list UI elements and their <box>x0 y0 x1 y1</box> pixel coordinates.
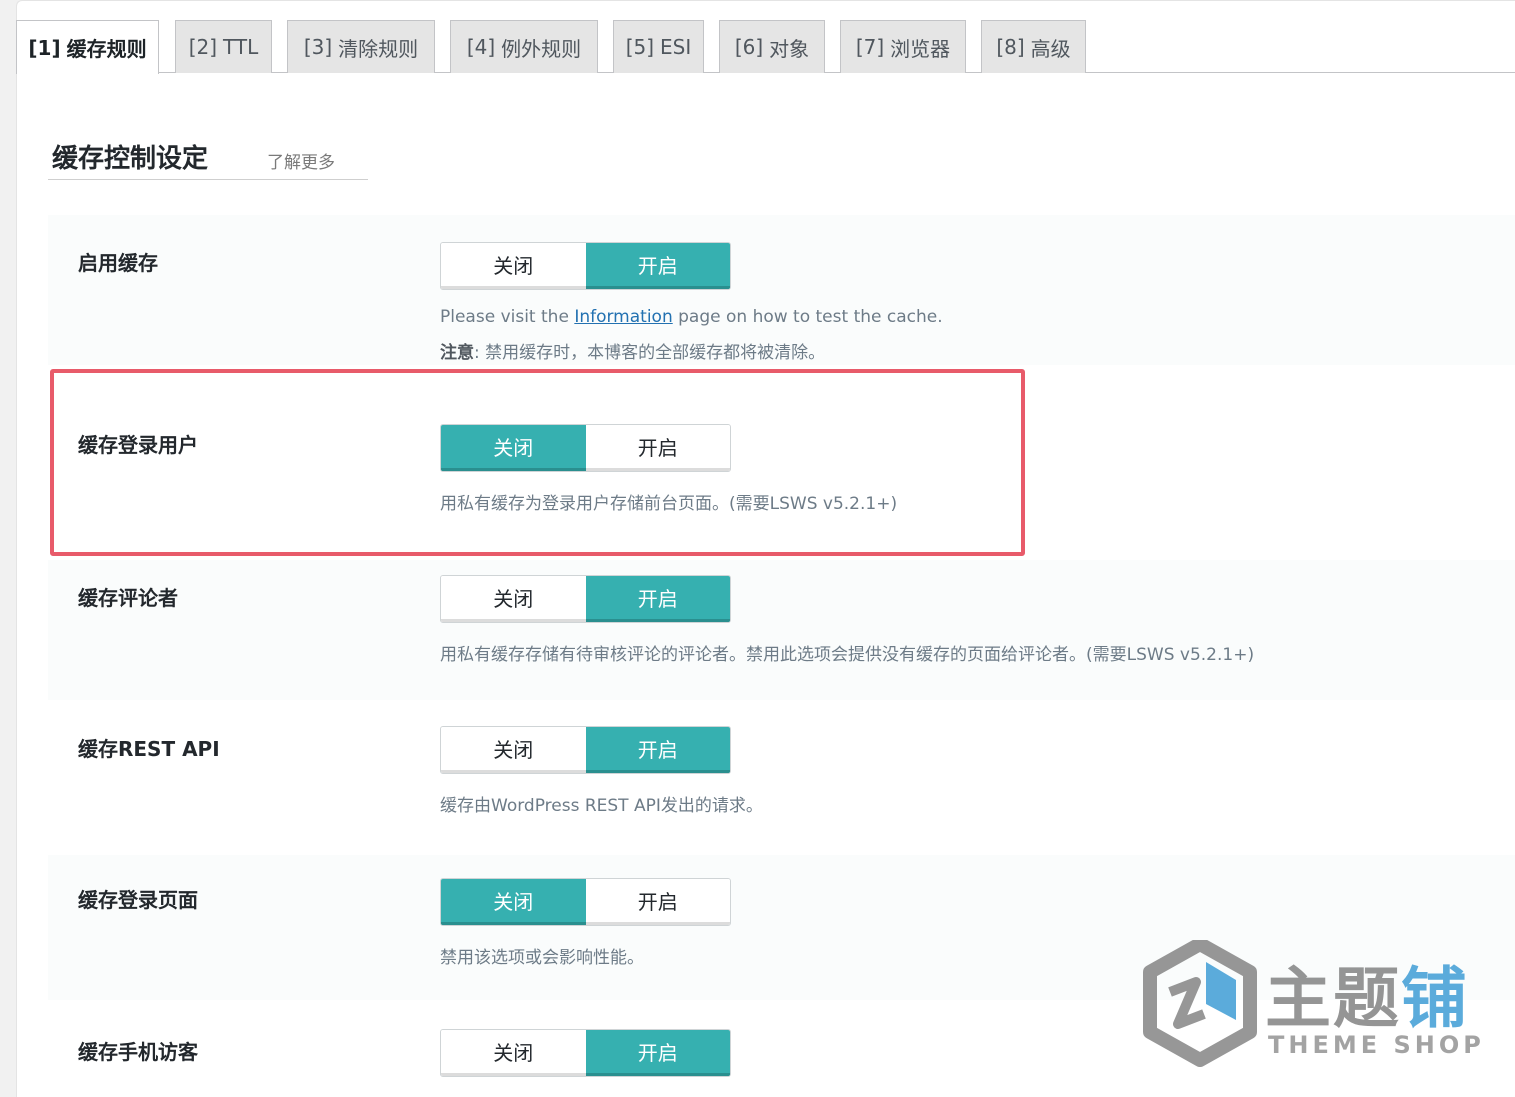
theme-shop-logo-icon <box>1143 940 1257 1067</box>
tab-browser[interactable]: [7] 浏览器 <box>840 20 966 73</box>
setting-note: 注意: 禁用缓存时，本博客的全部缓存都将被清除。 <box>440 338 825 363</box>
tab-label: 浏览器 <box>890 36 951 61</box>
tab-index: [8] <box>996 35 1025 59</box>
watermark-cn-gray: 主题 <box>1265 960 1401 1037</box>
watermark: 主题铺 THEME SHOP <box>1140 935 1500 1075</box>
setting-description: 缓存由WordPress REST API发出的请求。 <box>440 796 763 816</box>
setting-row-enable-cache: 启用缓存 关闭 开启 Please visit the Information … <box>48 215 1515 365</box>
tab-index: [1] <box>28 35 61 60</box>
section-title: 缓存控制设定 <box>52 144 209 174</box>
setting-label: 缓存手机访客 <box>78 1040 198 1064</box>
cache-commenters-toggle[interactable]: 关闭 开启 <box>440 575 731 623</box>
highlight-box <box>50 369 1025 556</box>
tab-label: TTL <box>223 35 259 59</box>
tab-index: [2] <box>188 35 218 59</box>
tab-index: [4] <box>466 35 496 59</box>
cache-login-page-toggle[interactable]: 关闭 开启 <box>440 878 731 926</box>
setting-description: 用私有缓存存储有待审核评论的评论者。禁用此选项会提供没有缓存的页面给评论者。(需… <box>440 645 1255 665</box>
toggle-on-option[interactable]: 开启 <box>585 879 730 925</box>
setting-row-cache-commenters: 缓存评论者 关闭 开启 用私有缓存存储有待审核评论的评论者。禁用此选项会提供没有… <box>48 560 1515 700</box>
setting-label: 缓存评论者 <box>78 586 178 610</box>
toggle-off-option[interactable]: 关闭 <box>441 879 586 925</box>
tab-advanced[interactable]: [8] 高级 <box>981 20 1086 73</box>
desc-suffix: page on how to test the cache. <box>672 307 943 327</box>
tab-exclusion-rules[interactable]: [4] 例外规则 <box>450 20 598 73</box>
tab-purge-rules[interactable]: [3] 清除规则 <box>287 20 435 73</box>
tab-label: 清除规则 <box>338 36 419 61</box>
section-heading: 缓存控制设定 了解更多 <box>48 138 368 180</box>
information-link[interactable]: Information <box>574 307 672 327</box>
toggle-on-option[interactable]: 开启 <box>585 1030 730 1076</box>
learn-more-link[interactable]: 了解更多 <box>267 148 335 173</box>
setting-label: 缓存登录页面 <box>78 888 198 912</box>
watermark-en-text: THEME SHOP <box>1268 1031 1485 1059</box>
tab-label: 缓存规则 <box>66 37 147 61</box>
toggle-off-option[interactable]: 关闭 <box>441 576 586 622</box>
tab-label: ESI <box>660 35 692 59</box>
tab-index: [6] <box>734 35 764 59</box>
watermark-cn-blue: 铺 <box>1401 960 1469 1037</box>
toggle-off-option[interactable]: 关闭 <box>441 727 586 773</box>
cache-mobile-toggle[interactable]: 关闭 开启 <box>440 1029 731 1077</box>
watermark-cn-text: 主题铺 <box>1265 945 1469 1041</box>
enable-cache-toggle[interactable]: 关闭 开启 <box>440 242 731 290</box>
setting-description: 禁用该选项或会影响性能。 <box>440 948 644 968</box>
tab-index: [5] <box>625 35 655 59</box>
tab-cache-rules[interactable]: [1] 缓存规则 <box>16 20 159 74</box>
tab-object[interactable]: [6] 对象 <box>719 20 825 73</box>
tab-label: 例外规则 <box>501 36 582 61</box>
note-label: 注意 <box>440 343 474 363</box>
toggle-on-option[interactable]: 开启 <box>585 243 730 289</box>
toggle-off-option[interactable]: 关闭 <box>441 243 586 289</box>
tab-index: [3] <box>303 35 333 59</box>
tab-ttl[interactable]: [2] TTL <box>175 20 272 73</box>
note-text: : 禁用缓存时，本博客的全部缓存都将被清除。 <box>474 343 826 363</box>
setting-row-cache-rest-api: 缓存REST API 关闭 开启 缓存由WordPress REST API发出… <box>48 705 1515 850</box>
tab-esi[interactable]: [5] ESI <box>613 20 704 73</box>
setting-description: Please visit the Information page on how… <box>440 307 943 327</box>
toggle-on-option[interactable]: 开启 <box>585 727 730 773</box>
cache-rest-api-toggle[interactable]: 关闭 开启 <box>440 726 731 774</box>
tab-label: 对象 <box>769 36 810 61</box>
tab-label: 高级 <box>1030 36 1071 61</box>
tab-index: [7] <box>855 35 885 59</box>
toggle-off-option[interactable]: 关闭 <box>441 1030 586 1076</box>
toggle-on-option[interactable]: 开启 <box>585 576 730 622</box>
desc-prefix: Please visit the <box>440 307 575 327</box>
setting-label: 缓存REST API <box>78 737 220 761</box>
setting-label: 启用缓存 <box>78 251 158 275</box>
